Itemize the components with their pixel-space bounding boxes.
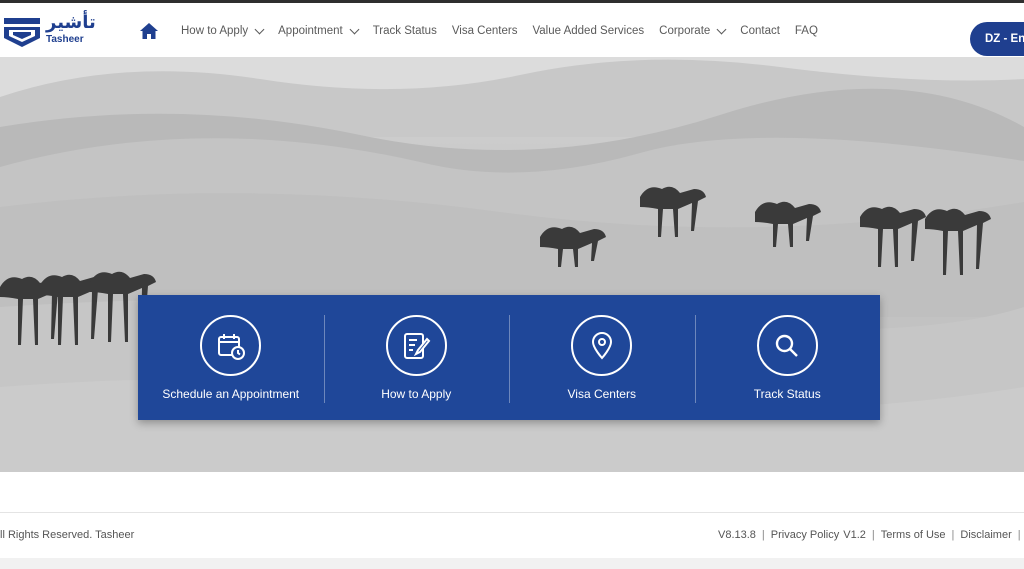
- terms-of-use-link[interactable]: Terms of Use: [881, 529, 946, 541]
- nav-value-added-services[interactable]: Value Added Services: [532, 25, 644, 37]
- nav-how-to-apply[interactable]: How to Apply: [181, 24, 265, 37]
- quick-link-label: Schedule an Appointment: [162, 387, 300, 401]
- header: تأشير Tasheer How to Apply Appointment T…: [0, 3, 1024, 57]
- copyright-text: ll Rights Reserved. Tasheer: [0, 529, 135, 541]
- calendar-clock-icon: [200, 315, 262, 376]
- nav-label: Corporate: [659, 25, 711, 37]
- bottom-strip: [0, 558, 1024, 569]
- privacy-version-text: V1.2: [843, 529, 866, 541]
- quick-link-how-to-apply[interactable]: How to Apply: [323, 295, 510, 420]
- quick-link-label: Track Status: [753, 387, 821, 401]
- quick-link-label: Visa Centers: [567, 387, 636, 401]
- nav-contact[interactable]: Contact: [740, 25, 780, 37]
- footer-separator: |: [1017, 529, 1021, 541]
- nav-label: FAQ: [794, 25, 818, 37]
- privacy-policy-link[interactable]: Privacy Policy: [771, 529, 839, 541]
- nav-label: Visa Centers: [451, 25, 518, 37]
- nav-appointment[interactable]: Appointment: [278, 24, 360, 37]
- version-text: V8.13.8: [718, 529, 756, 541]
- chevron-down-icon: [716, 24, 727, 34]
- disclaimer-link[interactable]: Disclaimer: [960, 529, 1011, 541]
- chevron-down-icon: [254, 24, 265, 34]
- search-icon: [756, 315, 818, 376]
- nav-label: Track Status: [372, 25, 437, 37]
- chevron-down-icon: [349, 24, 360, 34]
- logo-mark-icon: [4, 18, 40, 47]
- nav-corporate[interactable]: Corporate: [659, 24, 727, 37]
- nav-track-status[interactable]: Track Status: [373, 25, 437, 37]
- quick-link-schedule-appointment[interactable]: Schedule an Appointment: [138, 295, 324, 420]
- location-pin-icon: [571, 315, 633, 376]
- logo-text-arabic: تأشير: [46, 12, 96, 33]
- nav-visa-centers[interactable]: Visa Centers: [452, 25, 518, 37]
- footer-separator: |: [761, 529, 765, 541]
- nav-label: Value Added Services: [532, 25, 645, 37]
- footer-separator: |: [871, 529, 875, 541]
- hero-banner: Schedule an Appointment How to Apply Vis…: [0, 57, 1024, 472]
- footer-divider: [0, 512, 1024, 513]
- nav-label: Appointment: [278, 25, 343, 37]
- footer-links: V8.13.8 | Privacy Policy V1.2 | Terms of…: [718, 529, 1024, 541]
- nav-faq[interactable]: FAQ: [795, 25, 818, 37]
- footer-separator: |: [951, 529, 955, 541]
- main-nav: How to Apply Appointment Track Status Vi…: [181, 23, 833, 39]
- language-country-button[interactable]: DZ - Eng: [970, 22, 1024, 56]
- quick-links-panel: Schedule an Appointment How to Apply Vis…: [138, 295, 880, 420]
- quick-link-track-status[interactable]: Track Status: [694, 295, 881, 420]
- form-edit-icon: [385, 315, 447, 376]
- nav-label: Contact: [740, 25, 780, 37]
- nav-label: How to Apply: [181, 25, 249, 37]
- quick-link-visa-centers[interactable]: Visa Centers: [509, 295, 695, 420]
- logo-text-english: Tasheer: [46, 34, 84, 45]
- quick-link-label: How to Apply: [381, 387, 452, 401]
- tasheer-logo[interactable]: تأشير Tasheer: [4, 12, 96, 52]
- home-icon[interactable]: [139, 21, 159, 41]
